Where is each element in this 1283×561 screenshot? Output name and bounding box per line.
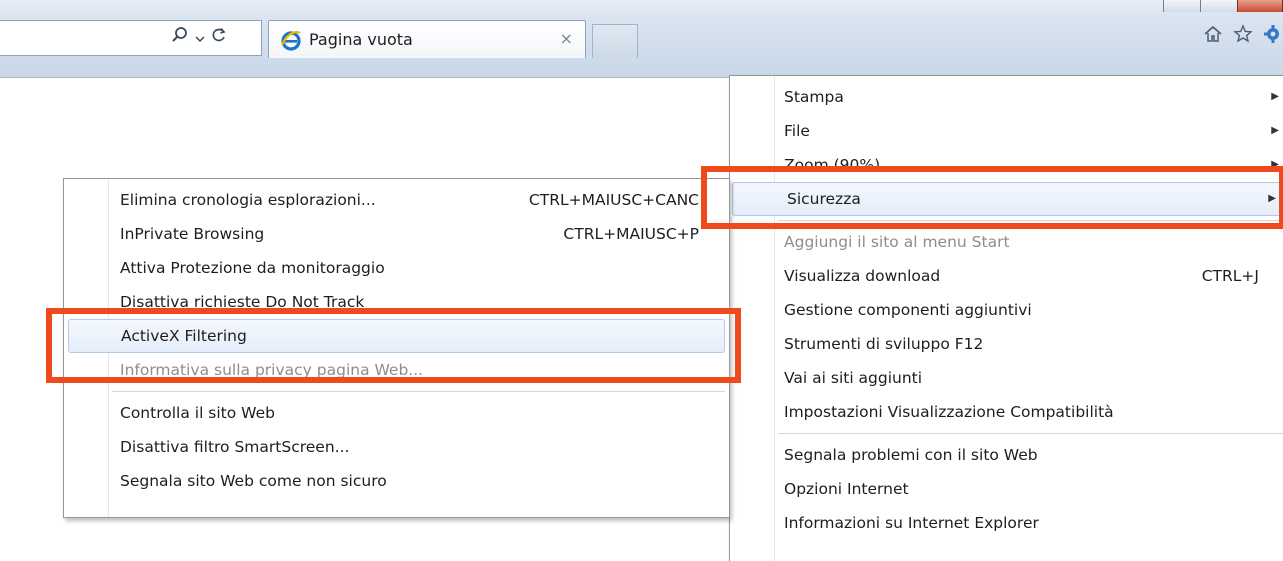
menu-item-label: Visualizza download <box>784 267 941 285</box>
window-title-bar <box>0 0 1283 12</box>
highlight-box-sicurezza <box>701 166 1283 229</box>
menu-separator <box>778 433 1283 434</box>
menu-item-pinned-sites[interactable]: Vai ai siti aggiunti <box>730 361 1283 395</box>
tab-close-button[interactable]: × <box>560 29 573 48</box>
highlight-box-activex <box>46 308 741 383</box>
menu-item-about-ie[interactable]: Informazioni su Internet Explorer <box>730 506 1283 540</box>
submenu-item-check-website[interactable]: Controlla il sito Web <box>64 396 729 430</box>
menu-item-label: Opzioni Internet <box>784 480 909 498</box>
submenu-item-delete-history[interactable]: Elimina cronologia esplorazioni... CTRL+… <box>64 183 729 217</box>
menu-separator <box>112 391 725 392</box>
tools-menu: Stampa ▶ File ▶ Zoom (90%) ▶ Sicurezza ▶… <box>729 75 1283 561</box>
menu-item-label: InPrivate Browsing <box>120 225 265 243</box>
refresh-icon[interactable] <box>211 27 227 47</box>
submenu-item-disable-smartscreen[interactable]: Disattiva filtro SmartScreen... <box>64 430 729 464</box>
search-icon[interactable] <box>171 26 189 48</box>
internet-explorer-icon <box>279 28 303 52</box>
menu-item-label: Controlla il sito Web <box>120 404 275 422</box>
star-icon[interactable] <box>1233 24 1253 44</box>
menu-item-label: Gestione componenti aggiuntivi <box>784 301 1032 319</box>
tab-title: Pagina vuota <box>309 30 413 49</box>
menu-item-add-to-start: Aggiungi il sito al menu Start <box>730 225 1283 259</box>
submenu-item-tracking-protection[interactable]: Attiva Protezione da monitoraggio <box>64 251 729 285</box>
menu-item-stampa[interactable]: Stampa ▶ <box>730 80 1283 114</box>
menu-item-label: Informazioni su Internet Explorer <box>784 514 1039 532</box>
menu-item-shortcut: CTRL+J <box>1201 267 1259 285</box>
menu-item-label: Segnala problemi con il sito Web <box>784 446 1038 464</box>
menu-item-shortcut: CTRL+MAIUSC+CANC <box>528 191 699 209</box>
gear-icon[interactable] <box>1263 24 1279 44</box>
submenu-arrow-icon: ▶ <box>1271 125 1279 136</box>
menu-item-f12-tools[interactable]: Strumenti di sviluppo F12 <box>730 327 1283 361</box>
menu-item-internet-options[interactable]: Opzioni Internet <box>730 472 1283 506</box>
toolbar-icons <box>1203 24 1283 44</box>
menu-item-report-problems[interactable]: Segnala problemi con il sito Web <box>730 438 1283 472</box>
home-icon[interactable] <box>1203 24 1223 44</box>
menu-item-label: Elimina cronologia esplorazioni... <box>120 191 376 209</box>
browser-tab[interactable]: Pagina vuota × <box>268 20 586 58</box>
menu-item-label: Aggiungi il sito al menu Start <box>784 233 1010 251</box>
menu-item-label: Vai ai siti aggiunti <box>784 369 923 387</box>
submenu-item-inprivate[interactable]: InPrivate Browsing CTRL+MAIUSC+P <box>64 217 729 251</box>
submenu-item-report-unsafe[interactable]: Segnala sito Web come non sicuro <box>64 464 729 498</box>
menu-item-compat-view-settings[interactable]: Impostazioni Visualizzazione Compatibili… <box>730 395 1283 429</box>
address-bar-controls <box>171 26 227 48</box>
new-tab-button[interactable] <box>592 24 638 58</box>
menu-item-label: Segnala sito Web come non sicuro <box>120 472 387 490</box>
menu-item-file[interactable]: File ▶ <box>730 114 1283 148</box>
submenu-arrow-icon: ▶ <box>1271 91 1279 102</box>
menu-item-shortcut: CTRL+MAIUSC+P <box>563 225 699 243</box>
menu-item-label: Impostazioni Visualizzazione Compatibili… <box>784 403 1114 421</box>
chevron-down-icon[interactable] <box>195 28 205 47</box>
menu-item-label: Disattiva filtro SmartScreen... <box>120 438 350 456</box>
menu-item-label: Stampa <box>784 88 844 106</box>
menu-item-manage-addons[interactable]: Gestione componenti aggiuntivi <box>730 293 1283 327</box>
menu-item-label: Attiva Protezione da monitoraggio <box>120 259 385 277</box>
menu-item-label: Strumenti di sviluppo F12 <box>784 335 984 353</box>
menu-item-label: File <box>784 122 810 140</box>
menu-item-view-downloads[interactable]: Visualizza download CTRL+J <box>730 259 1283 293</box>
